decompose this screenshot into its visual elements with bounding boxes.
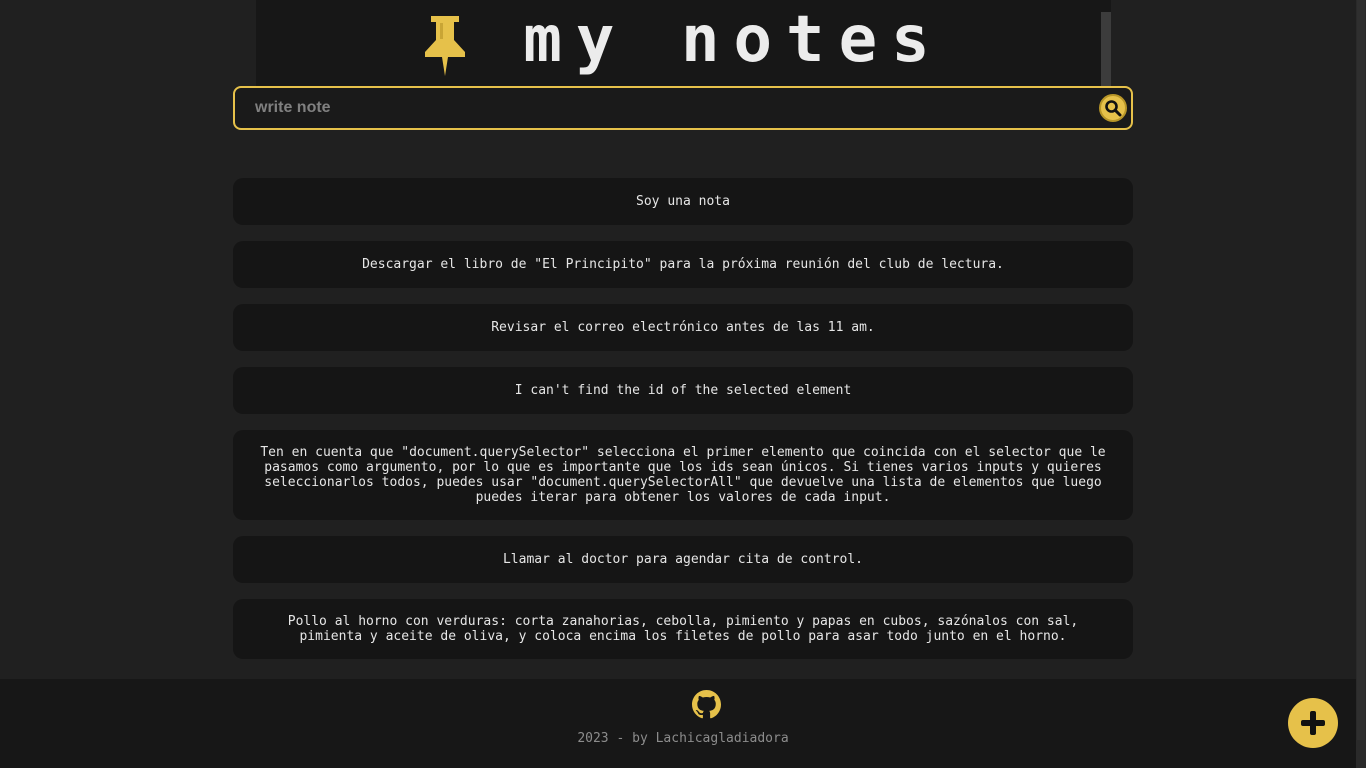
- pushpin-icon: [425, 16, 466, 76]
- note-item[interactable]: Pollo al horno con verduras: corta zanah…: [233, 599, 1133, 659]
- note-item[interactable]: Soy una nota: [233, 178, 1133, 225]
- note-item[interactable]: Descargar el libro de "El Principito" pa…: [233, 241, 1133, 288]
- note-item[interactable]: I can't find the id of the selected elem…: [233, 367, 1133, 414]
- search-bar: [233, 86, 1133, 130]
- page-scroll-thumb[interactable]: [1357, 0, 1365, 740]
- page-title: my notes: [523, 3, 944, 77]
- search-icon: [1105, 100, 1122, 117]
- note-input[interactable]: [235, 88, 1131, 128]
- header: my notes: [256, 0, 1111, 86]
- notes-list: Soy una nota Descargar el libro de "El P…: [233, 178, 1133, 659]
- header-scrollbar[interactable]: [1101, 12, 1111, 86]
- note-item[interactable]: Ten en cuenta que "document.querySelecto…: [233, 430, 1133, 520]
- plus-icon: [1301, 711, 1325, 735]
- search-button[interactable]: [1099, 94, 1127, 122]
- add-note-button[interactable]: [1288, 698, 1338, 748]
- page-scrollbar[interactable]: [1356, 0, 1366, 768]
- footer: [0, 679, 1356, 768]
- note-item[interactable]: Llamar al doctor para agendar cita de co…: [233, 536, 1133, 583]
- github-icon[interactable]: [692, 690, 721, 719]
- footer-credit: 2023 - by Lachicagladiadora: [577, 731, 789, 746]
- title-row: my notes: [256, 0, 1111, 86]
- app: my notes Soy una nota Descargar el libro…: [0, 0, 1366, 768]
- note-item[interactable]: Revisar el correo electrónico antes de l…: [233, 304, 1133, 351]
